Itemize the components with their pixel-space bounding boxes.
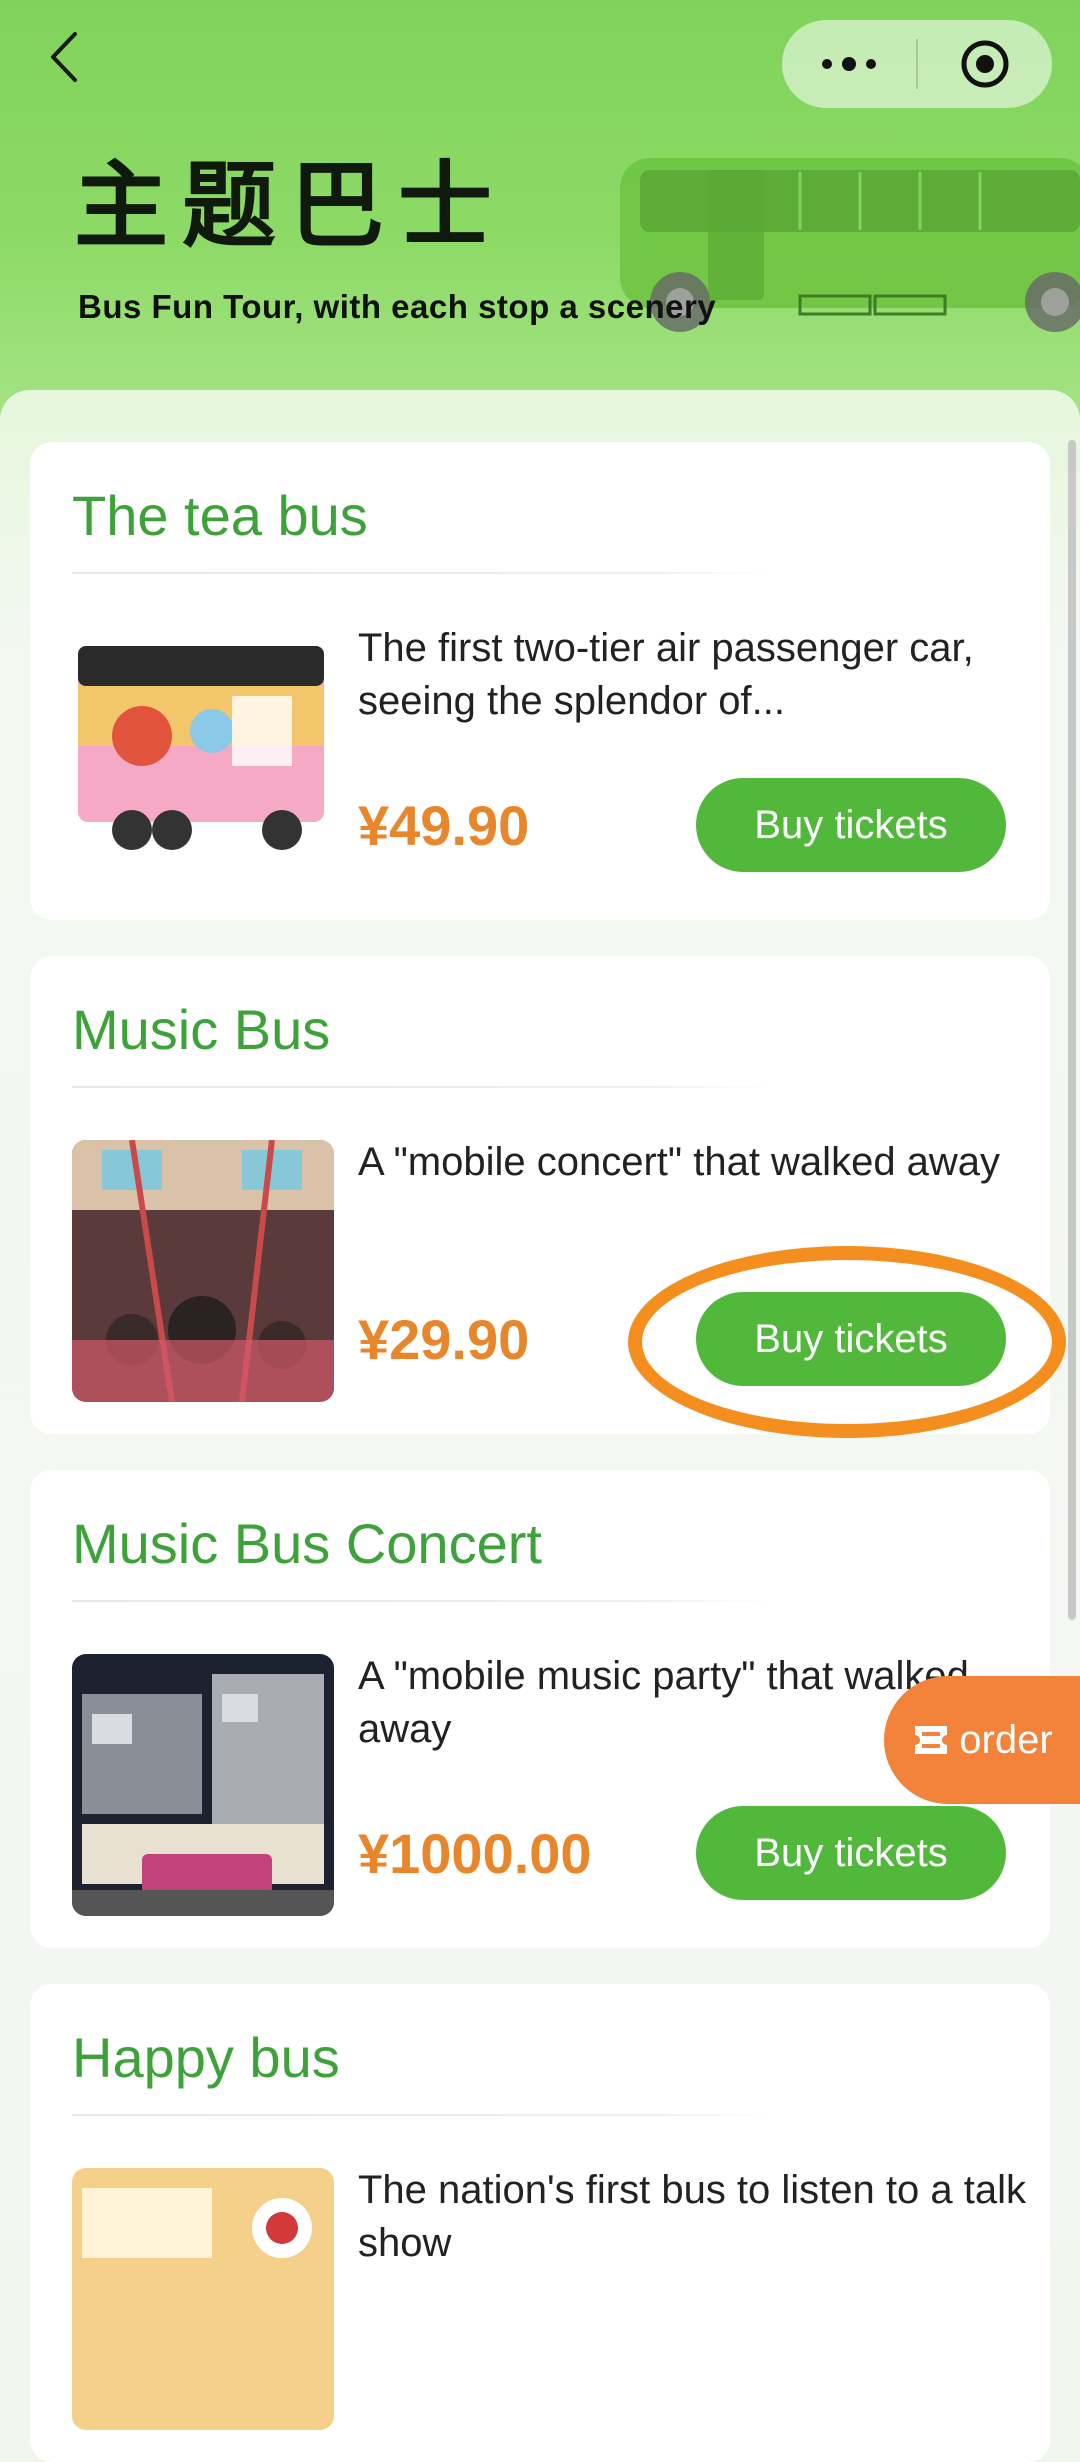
music-bus-thumbnail[interactable]	[72, 1140, 334, 1402]
back-button[interactable]	[42, 22, 86, 92]
music-concert-thumbnail[interactable]	[72, 1654, 334, 1916]
page-subtitle: Bus Fun Tour, with each stop a scenery	[78, 288, 717, 325]
page-header: 主题巴士 Bus Fun Tour, with each stop a scen…	[0, 0, 1080, 430]
happy-bus-thumbnail[interactable]	[72, 2168, 334, 2430]
scrollbar[interactable]	[1068, 440, 1076, 1620]
close-mini-program-button[interactable]	[918, 20, 1052, 108]
bus-card-music: Music Bus A "mobile concert" that walked…	[30, 956, 1050, 1434]
chevron-left-icon	[51, 32, 77, 82]
card-title: Happy bus	[72, 2026, 340, 2089]
card-title: Music Bus Concert	[72, 1512, 542, 1575]
order-label: order	[959, 1717, 1053, 1762]
card-divider	[72, 1086, 772, 1088]
mini-program-capsule	[782, 20, 1052, 108]
order-button[interactable]: order	[884, 1676, 1080, 1804]
ticket-icon	[915, 1726, 948, 1754]
target-icon	[961, 40, 1009, 88]
card-description: The nation's first bus to listen to a ta…	[358, 2168, 1026, 2265]
buy-tickets-button[interactable]: Buy tickets	[696, 778, 1006, 872]
more-button[interactable]	[782, 20, 916, 108]
bus-card-tea: The tea bus The first two-tier air passe…	[30, 442, 1050, 920]
card-price: ¥29.90	[358, 1308, 530, 1371]
page-title: 主题巴士	[74, 152, 507, 261]
card-description: A "mobile concert" that walked away	[358, 1140, 1001, 1184]
tea-bus-thumbnail[interactable]	[72, 626, 334, 888]
buy-tickets-button[interactable]: Buy tickets	[696, 1292, 1006, 1386]
card-divider	[72, 572, 772, 574]
card-price: ¥49.90	[358, 794, 530, 857]
card-title: The tea bus	[72, 484, 368, 547]
card-divider	[72, 1600, 772, 1602]
bus-card-happy: Happy bus The nation's first bus to list…	[30, 1984, 1050, 2462]
card-divider	[72, 2114, 772, 2116]
card-price: ¥1000.00	[358, 1822, 592, 1885]
card-description: The first two-tier air passenger car, se…	[358, 626, 974, 723]
card-title: Music Bus	[72, 998, 331, 1061]
more-dots-icon	[822, 57, 876, 71]
buy-tickets-button[interactable]: Buy tickets	[696, 1806, 1006, 1900]
